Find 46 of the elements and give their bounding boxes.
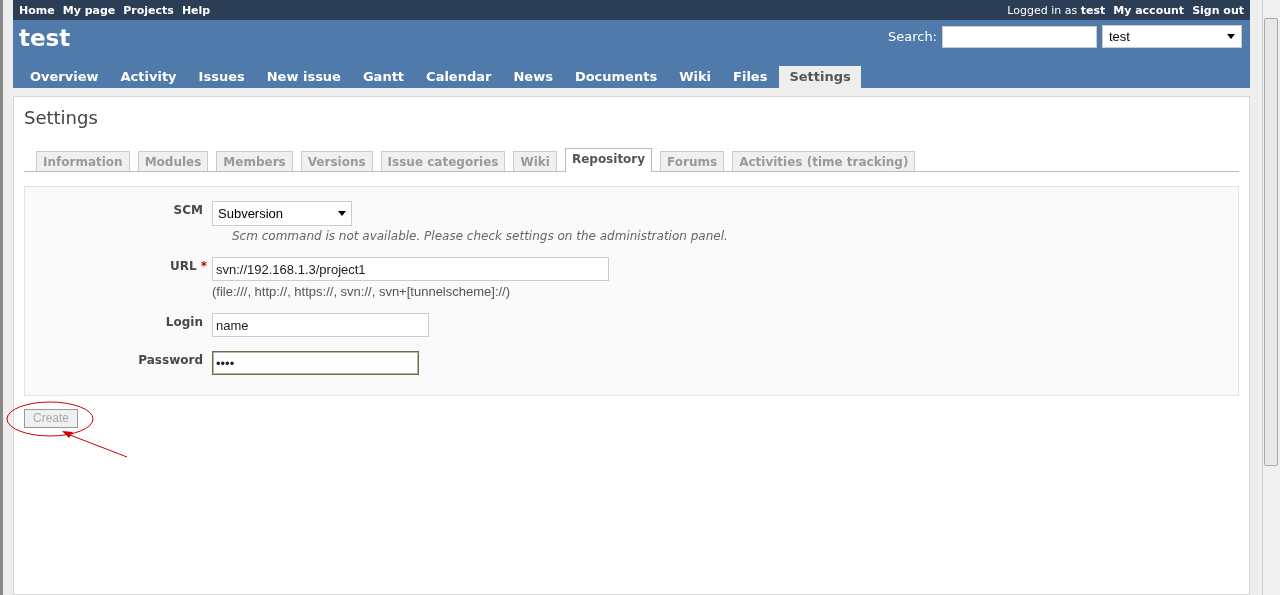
caret-icon	[338, 211, 346, 216]
logged-in-text: Logged in as test	[1007, 3, 1106, 17]
field-hint: (file:///, http://, https://, svn://, svn+[tunnelscheme]://)	[212, 284, 512, 299]
project-select[interactable]: test	[1102, 25, 1242, 48]
field-label: Password	[138, 353, 203, 367]
text-field[interactable]: name	[212, 313, 429, 337]
section-tab[interactable]: Members	[216, 151, 293, 171]
field-label: Login	[165, 315, 203, 329]
main-tab[interactable]: New issue	[256, 66, 351, 88]
search-field[interactable]	[942, 25, 1097, 48]
section-tab[interactable]: Forums	[660, 151, 725, 171]
top-menu-link[interactable]: Help	[181, 3, 211, 17]
main-tab[interactable]: Calendar	[416, 66, 502, 88]
main-tab[interactable]: Overview	[20, 66, 109, 88]
scrollbar[interactable]	[1262, 0, 1279, 595]
main-tab[interactable]: Files	[723, 66, 778, 88]
section-tab[interactable]: Information	[36, 151, 130, 171]
main-tab[interactable]: News	[503, 66, 563, 88]
section-tab[interactable]: Wiki	[513, 151, 557, 171]
field-label: URL	[170, 259, 197, 273]
caret-icon	[1227, 34, 1235, 39]
scm-select[interactable]: Subversion	[212, 201, 352, 226]
main-tab[interactable]: Settings	[779, 66, 861, 88]
main-tab[interactable]: Activity	[110, 66, 187, 88]
field-hint: Scm command is not available. Please check settings on the administration panel.	[232, 229, 728, 243]
field-label: SCM	[173, 203, 203, 217]
page-title: Settings	[24, 107, 99, 128]
top-menu-link[interactable]: My account	[1113, 3, 1185, 17]
section-tab[interactable]: Modules	[137, 151, 209, 171]
section-tab[interactable]: Versions	[300, 151, 373, 171]
section-tab[interactable]: Issue categories	[380, 151, 506, 171]
main-tab[interactable]: Documents	[564, 66, 668, 88]
main-tab[interactable]: Issues	[188, 66, 255, 88]
main-tab[interactable]: Gantt	[352, 66, 415, 88]
search-label: Search:	[887, 29, 937, 44]
section-tab[interactable]: Repository	[564, 148, 653, 172]
text-field[interactable]: svn://192.168.1.3/project1	[212, 257, 609, 281]
top-menu-link[interactable]: Home	[19, 3, 55, 17]
required-mark: *	[200, 259, 207, 273]
password-field[interactable]: ••••	[212, 351, 419, 375]
top-menu-link[interactable]: Sign out	[1192, 3, 1244, 17]
top-menu-link[interactable]: My page	[62, 3, 116, 17]
section-tab[interactable]: Activities (time tracking)	[732, 151, 916, 171]
project-title: test	[19, 25, 71, 51]
main-tab[interactable]: Wiki	[669, 66, 722, 88]
top-menu-link[interactable]: Projects	[123, 3, 174, 17]
